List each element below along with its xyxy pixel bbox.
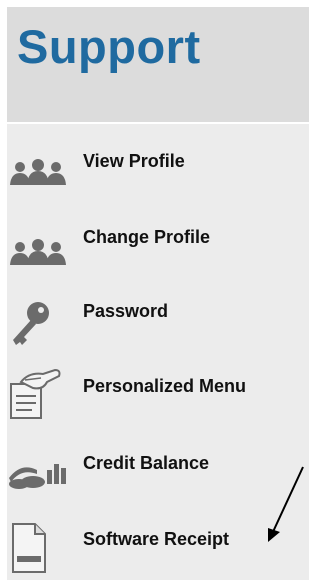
- menu-item-label: Software Receipt: [83, 529, 230, 549]
- menu-item-personalized-menu[interactable]: Personalized Menu: [7, 364, 309, 426]
- menu-item-change-profile[interactable]: Change Profile: [7, 214, 309, 276]
- menu-item-label: Credit Balance: [83, 453, 210, 473]
- users-icon: [10, 159, 66, 185]
- page-title: Support: [17, 20, 201, 73]
- menu-item-view-profile[interactable]: View Profile: [7, 134, 309, 196]
- menu-item-password[interactable]: Password: [7, 290, 309, 352]
- coins-chart-icon: [9, 464, 66, 489]
- users-icon: [10, 239, 66, 265]
- invoice-document-icon: [12, 523, 46, 573]
- menu-item-label: Change Profile: [83, 227, 211, 247]
- menu-item-software-receipt[interactable]: Software Receipt: [7, 514, 309, 576]
- menu-item-credit-balance[interactable]: Credit Balance: [7, 442, 309, 504]
- menu-item-label: Password: [83, 301, 169, 321]
- page-header: Support: [7, 7, 309, 122]
- hand-document-icon: [10, 368, 61, 419]
- menu-item-label: View Profile: [83, 151, 185, 171]
- menu-item-label: Personalized Menu: [83, 376, 247, 396]
- key-icon: [13, 302, 49, 345]
- support-menu: View Profile Change Profile Password Per…: [7, 124, 309, 580]
